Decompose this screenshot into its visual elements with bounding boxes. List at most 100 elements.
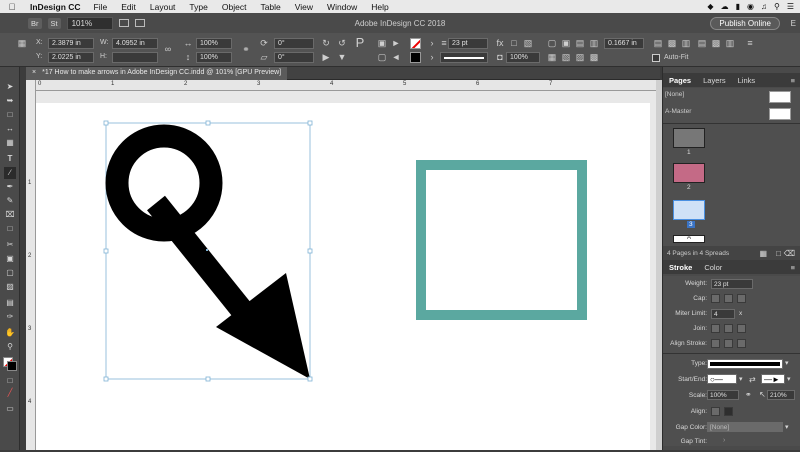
rotation-field[interactable]: 0° <box>274 38 314 49</box>
rectangle-frame-tool-icon[interactable]: ⌧ <box>4 209 16 221</box>
gap-tool-icon[interactable]: ↔ <box>4 123 16 135</box>
screen-mode-icon[interactable] <box>118 19 129 27</box>
pasteboard[interactable] <box>36 91 656 450</box>
align-center-stroke-icon[interactable] <box>711 339 720 348</box>
tab-layers[interactable]: Layers <box>697 76 732 85</box>
align-right-icon[interactable]: ▥ <box>680 37 692 49</box>
apply-none-icon[interactable]: ╱ <box>4 387 16 399</box>
menu-table[interactable]: Table <box>253 2 287 12</box>
align-outside-stroke-icon[interactable] <box>737 339 746 348</box>
line-tool-icon[interactable]: ∕ <box>4 167 16 179</box>
vertical-ruler[interactable]: 1 2 3 4 <box>26 80 36 450</box>
projecting-cap-icon[interactable] <box>737 294 746 303</box>
align-left-icon[interactable]: ▤ <box>652 37 664 49</box>
butt-cap-icon[interactable] <box>711 294 720 303</box>
fitting-fill-icon[interactable]: ▦ <box>546 51 558 63</box>
stroke-proxy[interactable] <box>7 361 17 371</box>
end-scale-input[interactable]: 210% <box>767 390 795 400</box>
menu-edit[interactable]: Edit <box>114 2 143 12</box>
corner-options-icon[interactable]: ▥ <box>588 37 600 49</box>
flip-horizontal-icon[interactable]: ▶ <box>320 51 332 63</box>
arrow-tip-beyond-path-icon[interactable] <box>711 407 720 416</box>
selection-tool-icon[interactable]: ➤ <box>4 81 16 93</box>
end-arrowhead-select[interactable]: —► <box>761 374 785 384</box>
bevel-join-icon[interactable] <box>737 324 746 333</box>
fill-stroke-proxy[interactable] <box>3 357 17 371</box>
panel-menu-icon[interactable]: ≡ <box>785 263 800 272</box>
arrow-tip-at-path-end-icon[interactable] <box>724 407 733 416</box>
direct-selection-tool-icon[interactable]: ➥ <box>4 95 16 107</box>
rotate-cw-icon[interactable]: ↻ <box>320 37 332 49</box>
width-field[interactable]: 4.0952 in <box>112 38 158 49</box>
arrange-documents-icon[interactable] <box>134 19 145 27</box>
stroke-weight-input[interactable]: 23 pt <box>711 279 753 289</box>
link-scale-icon[interactable]: ⚭ <box>745 390 752 399</box>
menu-file[interactable]: File <box>87 2 115 12</box>
tab-stroke[interactable]: Stroke <box>663 263 698 272</box>
scale-x-field[interactable]: 100% <box>196 38 232 49</box>
page-tool-icon[interactable]: □ <box>4 109 16 121</box>
horizontal-ruler[interactable]: 0 1 2 3 4 5 6 7 <box>36 80 656 91</box>
free-transform-tool-icon[interactable]: ▣ <box>4 253 16 265</box>
publish-online-button[interactable]: Publish Online <box>710 16 780 30</box>
panel-menu-icon[interactable]: ≡ <box>744 37 756 49</box>
rectangle-tool-icon[interactable]: □ <box>4 223 16 235</box>
text-wrap-shape-icon[interactable]: ▤ <box>574 37 586 49</box>
y-position-field[interactable]: 2.0225 in <box>48 52 94 63</box>
constrain-proportions-icon[interactable]: ∞ <box>162 43 174 55</box>
wifi-icon[interactable]: ◉ <box>747 2 754 11</box>
chevron-down-icon[interactable]: ▾ <box>787 375 791 383</box>
reference-point-icon[interactable]: ▦ <box>16 37 28 49</box>
none-master-thumbnail[interactable] <box>769 91 791 103</box>
page-thumbnail-1[interactable] <box>673 128 705 148</box>
volume-icon[interactable]: ♫ <box>761 2 767 11</box>
fitting-center-icon[interactable]: ▨ <box>574 51 586 63</box>
menu-view[interactable]: View <box>288 2 320 12</box>
select-next-object-icon[interactable]: ► <box>390 37 402 49</box>
corner-size-field[interactable]: 0.1667 in <box>604 38 644 49</box>
tab-color[interactable]: Color <box>698 263 728 272</box>
menu-window[interactable]: Window <box>320 2 364 12</box>
fill-dropdown-icon[interactable]: › <box>426 37 438 49</box>
text-paragraph-icon[interactable]: P <box>354 36 366 49</box>
a-master-thumbnail[interactable] <box>769 108 791 120</box>
fitting-frame-icon[interactable]: ▩ <box>588 51 600 63</box>
flip-vertical-icon[interactable]: ▼ <box>336 51 348 63</box>
zoom-tool-icon[interactable]: ⚲ <box>4 341 16 353</box>
miter-join-icon[interactable] <box>711 324 720 333</box>
page-thumbnail-2[interactable] <box>673 163 705 183</box>
page-thumbnail-3[interactable] <box>673 200 705 220</box>
stroke-type-dropdown[interactable] <box>440 52 488 63</box>
panel-menu-icon[interactable]: ≡ <box>785 76 800 85</box>
start-scale-input[interactable]: 100% <box>707 390 739 400</box>
text-wrap-bounding-icon[interactable]: ▣ <box>560 37 572 49</box>
edit-page-size-icon[interactable]: ▦ <box>759 249 767 258</box>
document-page[interactable] <box>36 103 650 450</box>
content-collector-icon[interactable]: ▦ <box>4 137 16 149</box>
formatting-affects-container-icon[interactable]: □ <box>4 375 16 387</box>
text-wrap-none-icon[interactable]: ▢ <box>546 37 558 49</box>
a-master-row[interactable]: A-Master <box>665 108 795 122</box>
distribute-top-icon[interactable]: ▤ <box>696 37 708 49</box>
start-arrowhead-select[interactable]: ○— <box>707 374 737 384</box>
zoom-level-field[interactable]: 101% <box>66 16 113 30</box>
delete-page-icon[interactable]: ⌫ <box>784 249 795 258</box>
shear-field[interactable]: 0° <box>274 52 314 63</box>
fitting-fit-content-icon[interactable]: ▧ <box>560 51 572 63</box>
spotlight-search-icon[interactable]: ⚲ <box>774 2 780 11</box>
eyedropper-tool-icon[interactable]: ✑ <box>4 311 16 323</box>
align-inside-stroke-icon[interactable] <box>724 339 733 348</box>
pen-tool-icon[interactable]: ✒ <box>4 181 16 193</box>
hand-tool-icon[interactable]: ✋ <box>4 327 16 339</box>
link-scale-icon[interactable]: ⚭ <box>240 43 252 55</box>
select-content-icon[interactable]: ▢ <box>376 51 388 63</box>
document-tab[interactable]: × *17 How to make arrows in Adobe InDesig… <box>26 67 288 80</box>
tab-pages[interactable]: Pages <box>663 76 697 85</box>
tab-links[interactable]: Links <box>732 76 762 85</box>
note-tool-icon[interactable]: ▤ <box>4 297 16 309</box>
pencil-tool-icon[interactable]: ✎ <box>4 195 16 207</box>
new-page-icon[interactable]: □ <box>776 249 781 258</box>
height-field[interactable] <box>112 52 158 63</box>
stroke-dropdown-icon[interactable]: › <box>426 51 438 63</box>
menu-layout[interactable]: Layout <box>143 2 183 12</box>
